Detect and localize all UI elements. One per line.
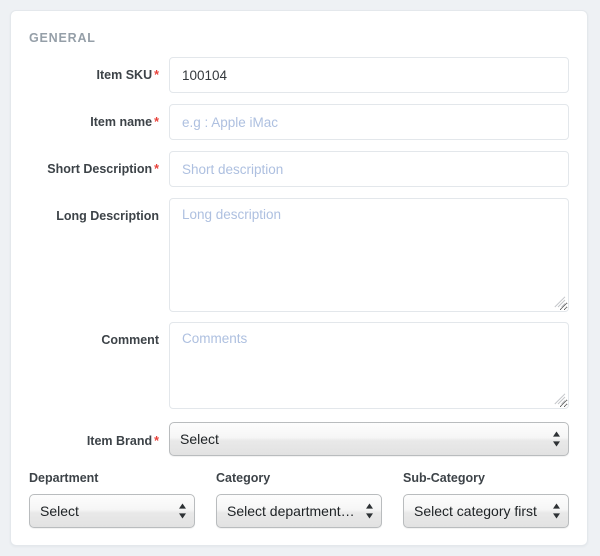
label-item-sku-text: Item SKU (96, 68, 153, 82)
item-brand-select-wrap: Select (169, 422, 569, 456)
label-item-brand-text: Item Brand (86, 434, 153, 448)
label-item-brand: Item Brand * (11, 434, 159, 448)
label-short-description: Short Description * (11, 162, 159, 176)
control-wrap-item-sku (169, 57, 569, 93)
comment-textarea[interactable] (169, 322, 569, 409)
page-root: GENERAL Item SKU* Item name* Short Descr… (0, 0, 600, 556)
control-wrap-short-description (169, 151, 569, 187)
label-long-description: Long Description (11, 209, 159, 223)
general-form-card: GENERAL Item SKU* Item name* Short Descr… (10, 10, 588, 546)
sub-category-select-wrap: Select category first (403, 494, 569, 528)
label-sub-category: Sub-Category (403, 471, 485, 485)
form-group-department: Department Select (29, 471, 195, 528)
label-item-sku: Item SKU * (11, 68, 159, 82)
label-department: Department (29, 471, 99, 485)
category-select-wrap: Select department first (216, 494, 382, 528)
label-item-name: Item name * (11, 115, 159, 129)
control-wrap-comment (169, 322, 569, 409)
label-category: Category (216, 471, 271, 485)
control-wrap-long-description (169, 198, 569, 312)
control-wrap-item-name (169, 104, 569, 140)
short-description-input[interactable] (169, 151, 569, 187)
label-comment-text: Comment (101, 333, 159, 347)
required-asterisk-item-brand: * (154, 434, 159, 448)
required-asterisk-item-sku: * (154, 68, 159, 82)
department-select[interactable]: Select (29, 494, 195, 528)
sub-category-select[interactable]: Select category first (403, 494, 569, 528)
item-name-input[interactable] (169, 104, 569, 140)
control-wrap-item-brand: Select (169, 422, 569, 456)
label-comment: Comment (11, 333, 159, 347)
label-short-description-text: Short Description (47, 162, 153, 176)
section-title-general: GENERAL (29, 31, 96, 45)
category-select[interactable]: Select department first (216, 494, 382, 528)
department-select-wrap: Select (29, 494, 195, 528)
form-group-category: Category Select department first (216, 471, 382, 528)
label-long-description-text: Long Description (56, 209, 159, 223)
item-sku-input[interactable] (169, 57, 569, 93)
item-brand-select[interactable]: Select (169, 422, 569, 456)
required-asterisk-short-description: * (154, 162, 159, 176)
required-asterisk-item-name: * (154, 115, 159, 129)
form-group-sub-category: Sub-Category Select category first (403, 471, 569, 528)
label-item-name-text: Item name (90, 115, 153, 129)
long-description-textarea[interactable] (169, 198, 569, 312)
